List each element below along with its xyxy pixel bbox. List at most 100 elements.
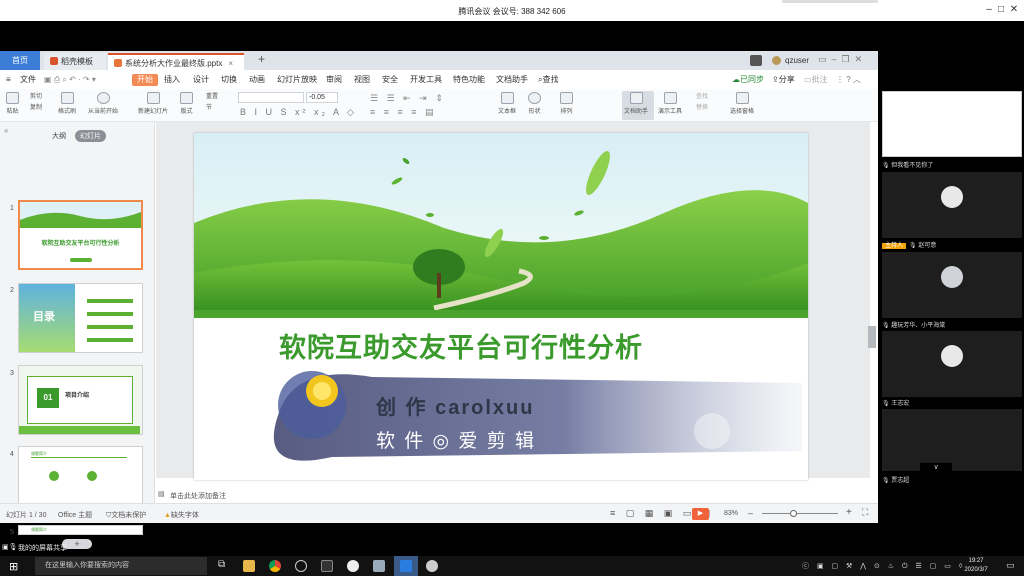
play-slideshow-button[interactable]: ▶ — [692, 508, 709, 520]
taskbar-search[interactable]: 在这里输入你要搜索的内容 — [35, 557, 207, 575]
file-explorer-icon[interactable] — [243, 560, 255, 572]
menu-start[interactable]: 开始 — [132, 74, 158, 86]
menu-animation[interactable]: 动画 — [249, 74, 265, 86]
meeting-top-handle[interactable] — [782, 0, 878, 3]
task-view-icon[interactable]: ⧉ — [218, 559, 225, 570]
paste-button[interactable]: 粘贴 — [6, 92, 19, 115]
sync-status[interactable]: ☁已同步 — [732, 74, 764, 86]
chevron-down-icon[interactable]: ∨ — [920, 463, 952, 471]
tab-close-icon[interactable]: × — [228, 59, 233, 68]
missing-font[interactable]: ▲缺失字体 — [164, 510, 199, 520]
quick-access-icons[interactable]: ▣ ⎙ ⌕ ↶ · ↷ ▾ — [44, 74, 96, 86]
paragraph-buttons[interactable]: ☰ ☰ ⇤ ⇥ ⇕ — [370, 93, 446, 104]
menu-doc-assistant[interactable]: 文档助手 — [496, 74, 528, 86]
fit-window-icon[interactable]: ⛶ — [862, 507, 868, 518]
tab-outline[interactable]: 大纲 — [52, 131, 66, 141]
app-center-icon[interactable] — [750, 55, 762, 66]
windows-start-icon[interactable]: ⊞ — [9, 560, 18, 573]
layout-button[interactable]: 版式 — [180, 92, 193, 115]
hamburger-icon[interactable]: ≡ — [6, 74, 11, 86]
doc-assistant-button[interactable]: 文档助手 — [624, 92, 648, 115]
browser-icon[interactable] — [295, 560, 307, 572]
align-buttons[interactable]: ≡ ≡ ≡ ≡ ▤ — [370, 107, 437, 118]
font-size-select[interactable]: -0.05 — [306, 92, 338, 103]
tab-templates[interactable]: 稻壳模板 — [44, 53, 106, 70]
tab-home[interactable]: 首页 — [0, 51, 40, 70]
screen-share-notice[interactable]: ▣🎙 我的的屏幕共享 — [0, 541, 300, 555]
zoom-slider[interactable] — [762, 513, 838, 514]
menu-features[interactable]: 特色功能 — [453, 74, 485, 86]
find-button[interactable]: 查找 — [696, 92, 708, 103]
menu-review[interactable]: 审阅 — [326, 74, 342, 86]
play-icon — [96, 92, 110, 104]
theme-name[interactable]: Office 主题 — [58, 510, 92, 520]
zoom-level[interactable]: 83% — [724, 510, 738, 517]
cut-button[interactable]: 剪切 — [30, 92, 42, 103]
format-painter-button[interactable]: 格式刷 — [58, 92, 76, 115]
arrange-button[interactable]: 排列 — [560, 92, 573, 115]
menu-security[interactable]: 安全 — [382, 74, 398, 86]
tab-document[interactable]: 系统分析大作业最终版.pptx × — [108, 53, 244, 70]
section-button[interactable]: 节 — [206, 103, 218, 114]
menu-file[interactable]: 文件 — [20, 74, 36, 86]
slide-title[interactable]: 软院互助交友平台可行性分析 — [279, 326, 643, 365]
system-tray-icons[interactable]: ⓒ ▣ ▢ ⚒ ⋀ ⊙ ♨ ⏻ ☰ ▢ ▭ ◊ — [802, 561, 965, 571]
expand-pane-handle[interactable] — [868, 326, 876, 348]
menu-developer[interactable]: 开发工具 — [410, 74, 442, 86]
menu-search[interactable]: ⌕查找 — [538, 74, 558, 86]
user-name[interactable]: qzuser — [785, 56, 809, 65]
chrome-icon[interactable] — [269, 560, 281, 572]
zoom-out-icon[interactable]: – — [748, 508, 753, 518]
restore-icon[interactable]: □ — [994, 4, 1008, 15]
tab-slides[interactable]: 幻灯片 — [75, 130, 106, 142]
slide-thumbnail-3[interactable]: 01 项目介绍 — [18, 365, 143, 435]
terminal-icon[interactable] — [321, 560, 333, 572]
reset-button[interactable]: 重置 — [206, 92, 218, 103]
participant-tile[interactable] — [882, 252, 1022, 318]
slide-thumbnail-1[interactable]: 软院互助交友平台可行性分析 — [18, 200, 143, 270]
menu-design[interactable]: 设计 — [193, 74, 209, 86]
avatar[interactable] — [772, 56, 781, 65]
tencent-meeting-icon[interactable] — [400, 560, 412, 572]
system-clock[interactable]: 19:27 2020/3/7 — [958, 557, 994, 575]
menu-view[interactable]: 视图 — [354, 74, 370, 86]
replace-button[interactable]: 替换 — [696, 103, 708, 114]
notification-icon[interactable]: ▭ — [1006, 560, 1015, 571]
presentation-tools-button[interactable]: 演示工具 — [658, 92, 682, 115]
new-tab-icon[interactable]: + — [258, 52, 265, 66]
app-icon[interactable] — [347, 560, 359, 572]
new-slide-button[interactable]: 新建幻灯片 — [138, 92, 168, 115]
participant-tile[interactable]: ∨ — [882, 409, 1022, 471]
copy-button[interactable]: 复制 — [30, 103, 42, 114]
participant-tile[interactable] — [882, 331, 1022, 397]
font-family-select[interactable] — [238, 92, 304, 103]
selection-pane-button[interactable]: 选择窗格 — [730, 92, 754, 115]
app-icon[interactable] — [373, 560, 385, 572]
clock-app-icon[interactable] — [426, 560, 438, 572]
current-slide[interactable]: 软院互助交友平台可行性分析 创 作 carolxuu 软 件 ◎ 爱 剪 辑 — [194, 133, 808, 480]
participant-tile[interactable] — [882, 172, 1022, 238]
zoom-in-icon[interactable]: + — [846, 507, 852, 518]
share-button[interactable]: ⇪分享 — [772, 74, 795, 86]
font-format-buttons[interactable]: B I U S x² x₂ A ◇ — [240, 107, 357, 118]
window-controls[interactable]: ▭ – ❐ ✕ — [818, 54, 862, 65]
notes-bar[interactable]: ▤ 单击此处添加备注 — [156, 487, 870, 502]
avatar — [941, 186, 963, 208]
play-from-current-button[interactable]: 从当前开始 — [88, 92, 118, 115]
slide-thumbnail-5[interactable]: 课题简介 — [18, 525, 143, 535]
comment-button[interactable]: ▭批注 — [804, 74, 828, 86]
menu-transition[interactable]: 切换 — [221, 74, 237, 86]
notes-placeholder[interactable]: 单击此处添加备注 — [170, 491, 226, 501]
textbox-button[interactable]: 文本框 — [498, 92, 516, 115]
slide-thumbnail-2[interactable]: 目录 — [18, 283, 143, 353]
collapse-panel-icon[interactable]: « — [4, 126, 8, 135]
menu-slideshow[interactable]: 幻灯片放映 — [277, 74, 317, 86]
shared-screen-preview[interactable] — [882, 91, 1022, 157]
close-icon[interactable]: ✕ — [1007, 4, 1021, 15]
more-icons[interactable]: ⋮ ? ︿ — [836, 74, 861, 86]
zoom-slider-thumb[interactable] — [790, 510, 797, 517]
shape-button[interactable]: 形状 — [528, 92, 541, 115]
menu-insert[interactable]: 插入 — [164, 74, 180, 86]
avatar — [941, 345, 963, 367]
doc-protection[interactable]: ⛉文档未保护 — [106, 510, 146, 520]
